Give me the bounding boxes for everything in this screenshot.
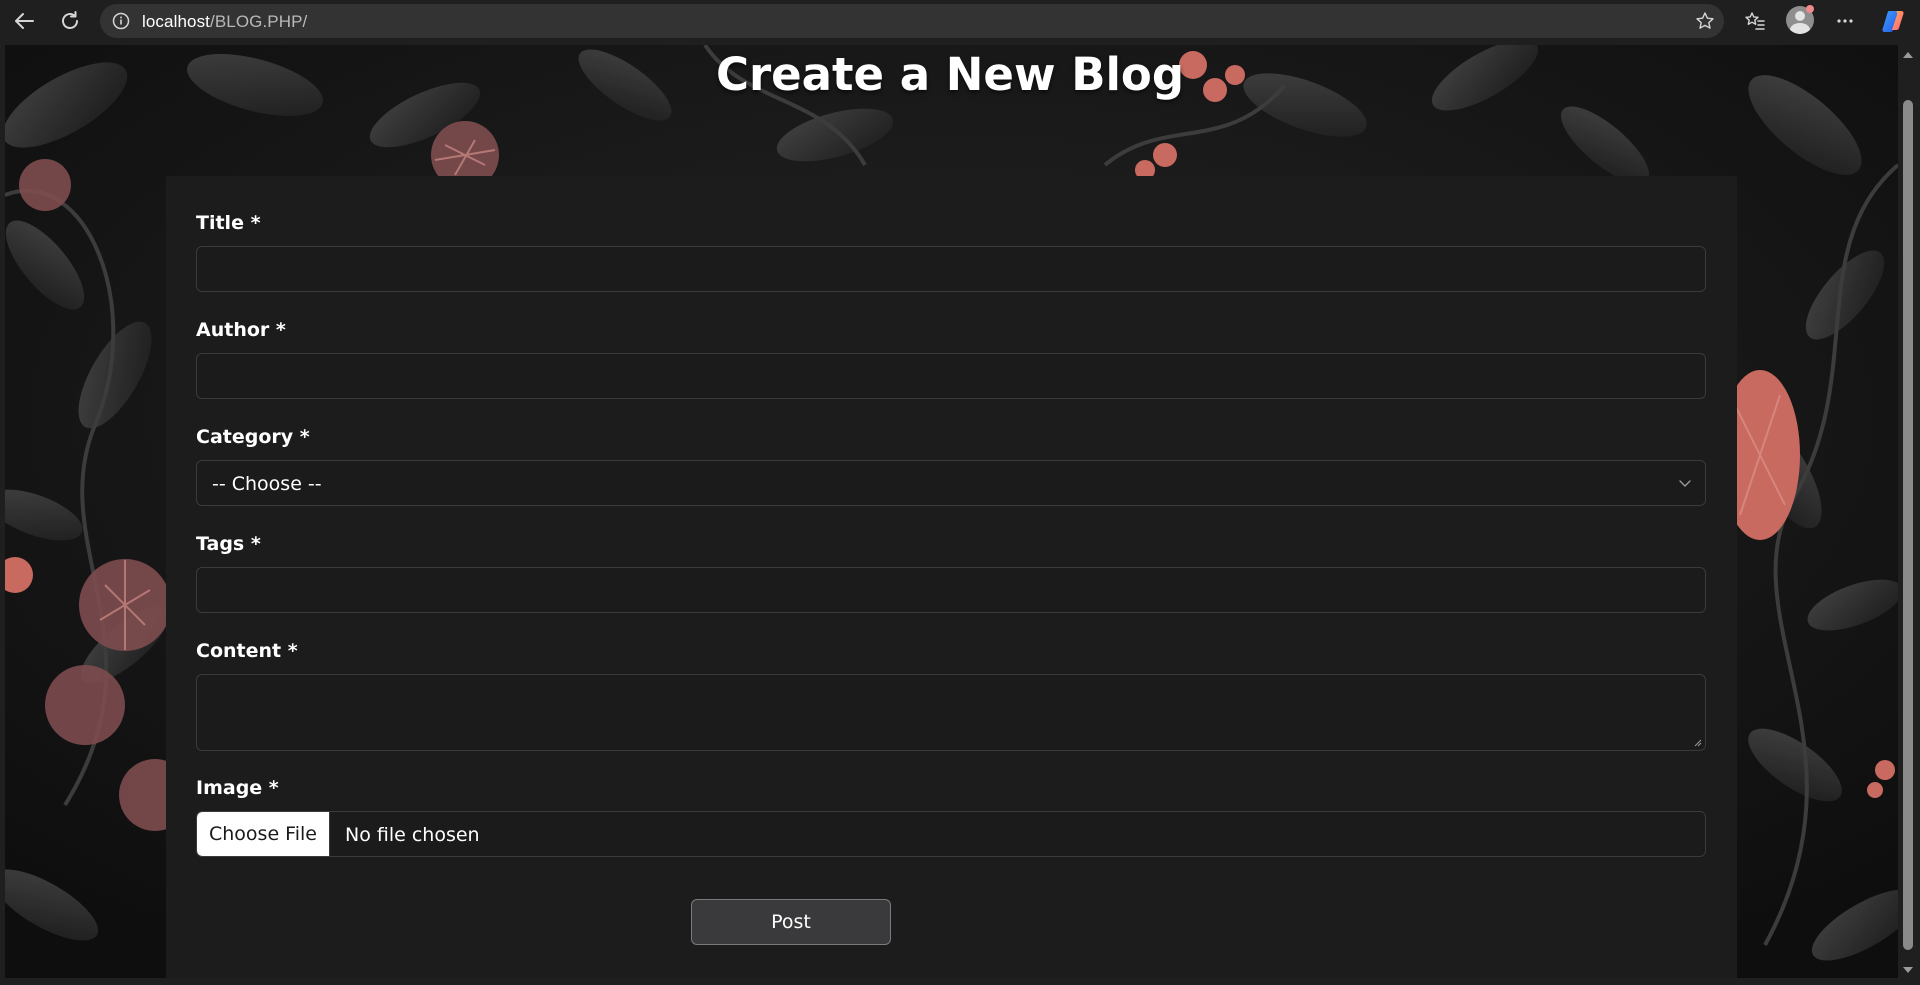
image-file-input[interactable]: Choose File No file chosen [196, 811, 1706, 857]
category-label: Category * [196, 426, 310, 448]
scrollbar[interactable] [1898, 45, 1920, 978]
post-button[interactable]: Post [691, 899, 891, 945]
author-input[interactable] [196, 353, 1706, 399]
url-path: /BLOG.PHP/ [210, 12, 308, 31]
scroll-down-arrow-icon[interactable] [1903, 967, 1913, 973]
page-title: Create a New Blog [715, 48, 1185, 101]
more-options-icon[interactable] [1831, 7, 1859, 35]
reload-icon[interactable] [56, 7, 84, 35]
window-bottom-edge [0, 978, 1920, 985]
image-label: Image * [196, 777, 279, 799]
scroll-up-arrow-icon[interactable] [1903, 52, 1913, 58]
copilot-icon[interactable] [1880, 7, 1908, 35]
blog-form: Title * Author * Category * -- Choose --… [166, 176, 1737, 978]
notification-dot [1806, 5, 1814, 13]
choose-file-button[interactable]: Choose File [197, 812, 330, 856]
page-viewport: Create a New Blog Title * Author * Categ… [5, 45, 1898, 978]
content-label: Content * [196, 640, 298, 662]
title-label: Title * [196, 212, 261, 234]
category-select[interactable]: -- Choose -- [196, 460, 1706, 506]
category-selected-value: -- Choose -- [212, 473, 322, 495]
avatar-body [1790, 23, 1810, 34]
tags-label: Tags * [196, 533, 261, 555]
avatar-head [1795, 11, 1805, 21]
url-text[interactable]: localhost/BLOG.PHP/ [142, 12, 307, 32]
title-input[interactable] [196, 246, 1706, 292]
content-textarea[interactable] [196, 674, 1706, 751]
url-host: localhost [142, 12, 210, 31]
favorites-icon[interactable] [1741, 7, 1769, 35]
author-label: Author * [196, 319, 286, 341]
resize-grip-icon[interactable] [1693, 738, 1702, 747]
chevron-down-icon [1679, 480, 1691, 487]
address-bar[interactable]: localhost/BLOG.PHP/ [100, 4, 1724, 38]
star-icon[interactable] [1694, 10, 1716, 32]
browser-toolbar: localhost/BLOG.PHP/ [0, 0, 1920, 42]
back-arrow-icon[interactable] [10, 7, 38, 35]
file-status-text: No file chosen [345, 824, 480, 846]
tags-input[interactable] [196, 567, 1706, 613]
info-icon[interactable] [110, 10, 132, 32]
scrollbar-thumb[interactable] [1903, 100, 1913, 950]
